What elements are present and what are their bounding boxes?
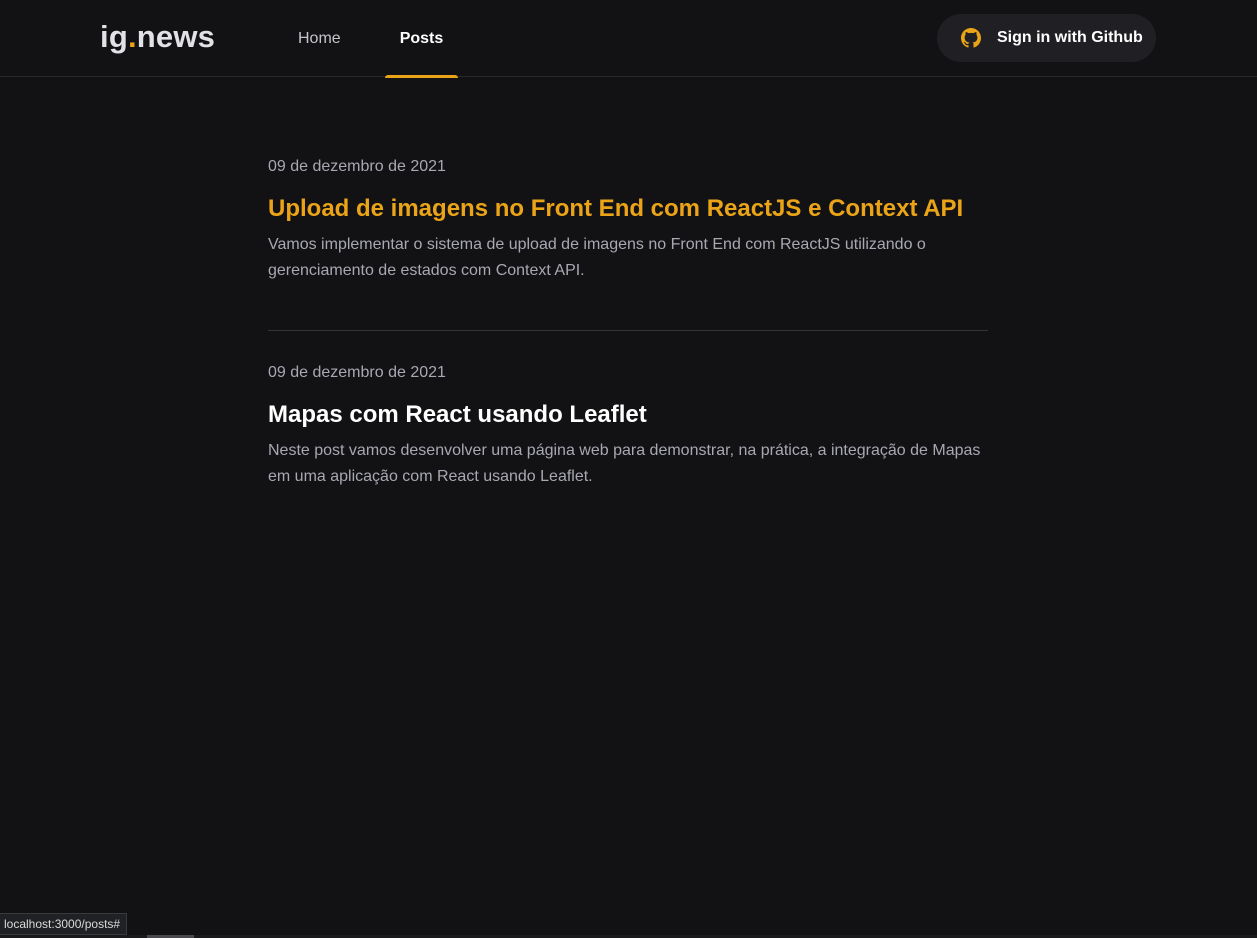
post-date: 09 de dezembro de 2021 — [268, 364, 446, 381]
status-bar-url: localhost:3000/posts# — [0, 913, 128, 935]
github-icon — [961, 28, 981, 48]
post-excerpt: Vamos implementar o sistema de upload de… — [268, 236, 926, 279]
posts-list: 09 de dezembro de 2021 Upload de imagens… — [268, 140, 988, 536]
logo[interactable]: ig.news — [100, 18, 215, 56]
sign-in-label: Sign in with Github — [997, 29, 1143, 46]
logo-tail: news — [136, 19, 216, 54]
nav-posts[interactable]: Posts — [384, 0, 459, 78]
post-item[interactable]: 09 de dezembro de 2021 Upload de imagens… — [268, 140, 988, 331]
page: ig.news Home Posts Sign in with Github 0… — [0, 0, 1257, 938]
logo-dot: . — [127, 19, 137, 54]
main-nav: Home Posts — [283, 0, 487, 78]
logo-main: ig — [100, 19, 128, 54]
sign-in-github-button[interactable]: Sign in with Github — [937, 14, 1156, 62]
post-title[interactable]: Upload de imagens no Front End com React… — [268, 194, 988, 224]
post-date: 09 de dezembro de 2021 — [268, 158, 446, 175]
nav-home[interactable]: Home — [283, 0, 356, 77]
post-excerpt: Neste post vamos desenvolver uma página … — [268, 442, 981, 485]
site-header: ig.news Home Posts Sign in with Github — [0, 0, 1257, 78]
post-title[interactable]: Mapas com React usando Leaflet — [268, 400, 988, 430]
post-item[interactable]: 09 de dezembro de 2021 Mapas com React u… — [268, 331, 988, 536]
